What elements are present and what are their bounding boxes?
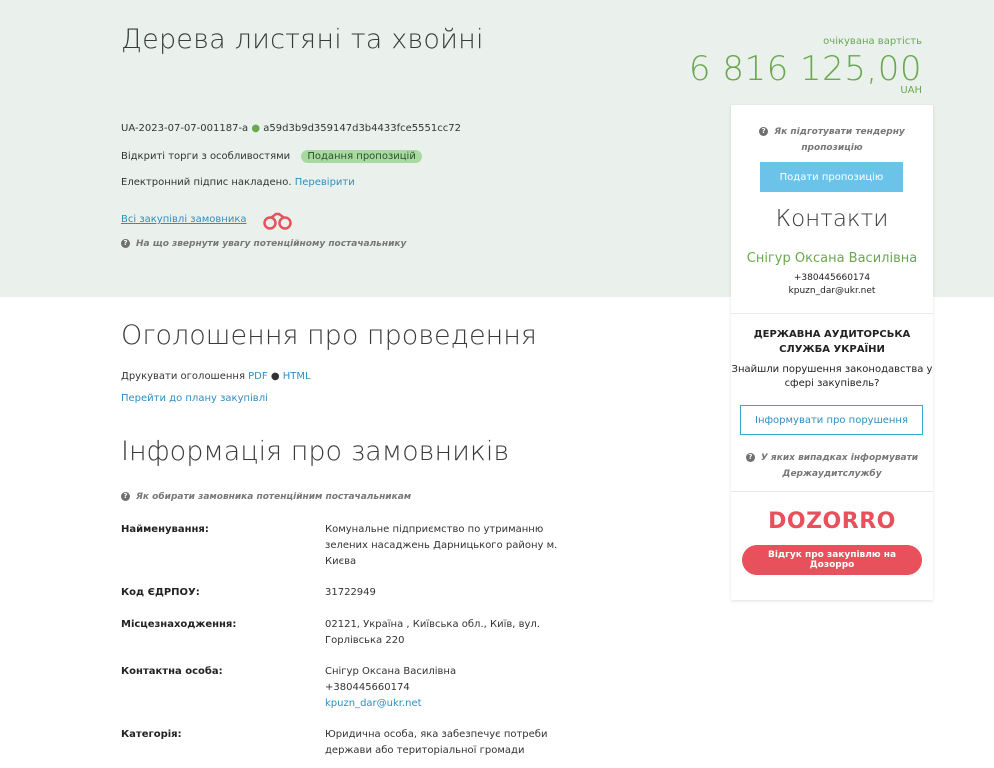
edrpou-value: 31722949	[325, 585, 565, 601]
category-line: Юридична особа, яка забезпечує потреби	[325, 729, 548, 740]
all-buyer-procurements-link[interactable]: Всі закупівлі замовника	[121, 214, 246, 225]
question-icon: ?	[121, 492, 130, 501]
tender-id: UA-2023-07-07-001187-a	[121, 123, 249, 134]
customer-name-label: Найменування:	[121, 524, 209, 535]
location-line: Горлівська 220	[325, 635, 405, 646]
dozorro-logo: DOZORRO	[768, 509, 896, 534]
edrpou-code: 31722949	[325, 587, 376, 598]
category-label: Категорія:	[121, 729, 182, 740]
contacts-title: Контакти	[775, 206, 889, 232]
audit-service-text: Знайшли порушення законодавства у сфері …	[731, 364, 933, 389]
procedure-type: Відкриті торги з особливостями	[121, 151, 291, 162]
audit-service-title: ДЕРЖАВНА АУДИТОРСЬКА СЛУЖБА УКРАЇНИ	[753, 329, 911, 355]
tender-id-line: UA-2023-07-07-001187-a ● a59d3b9d359147d…	[121, 123, 461, 134]
expected-value-label: очікувана вартість	[823, 36, 922, 47]
print-announcement-line: Друкувати оголошення PDF ● HTML	[121, 371, 311, 382]
question-icon: ?	[121, 239, 130, 248]
choose-customer-hint-text: Як обирати замовника потенційним постача…	[136, 492, 412, 502]
submit-proposal-button[interactable]: Подати пропозицію	[760, 162, 903, 192]
procurement-plan-link[interactable]: Перейти до плану закупівлі	[121, 393, 268, 404]
signature-text: Електронний підпис накладено.	[121, 177, 292, 188]
announcement-title: Оголошення про проведення	[121, 320, 537, 351]
signature-line: Електронний підпис накладено. Перевірити	[121, 177, 355, 188]
location-line: 02121, Україна , Київська обл., Київ, ву…	[325, 619, 540, 630]
customer-name-value: Комунальне підприємство по утриманню зел…	[325, 522, 565, 570]
supplier-attention-hint-text: На що звернути увагу потенційному постач…	[136, 239, 407, 249]
print-html-link[interactable]: HTML	[283, 371, 311, 382]
choose-customer-hint[interactable]: ? Як обирати замовника потенційним постач…	[121, 492, 411, 502]
contact-name: Снігур Оксана Василівна	[746, 251, 918, 266]
customer-name-line: Києва	[325, 556, 357, 567]
separator-dot: ●	[270, 371, 280, 382]
contact-email: kpuzn_dar@ukr.net	[788, 286, 876, 296]
report-violation-button[interactable]: Інформувати про порушення	[740, 405, 923, 435]
contact-person-email-link[interactable]: kpuzn_dar@ukr.net	[325, 696, 565, 712]
sidebar-card: ? Як підготувати тендерну пропозицію Пода…	[731, 105, 933, 600]
binoculars-icon[interactable]	[262, 212, 294, 230]
when-to-report-hint[interactable]: ? У яких випадках інформувати Держаудитсл…	[741, 450, 923, 482]
how-to-prepare-hint-text: Як підготувати тендерну пропозицію	[774, 127, 905, 153]
contact-person-value: Снігур Оксана Василівна +380445660174 kp…	[325, 664, 565, 712]
tender-hash: a59d3b9d359147d3b4433fce5551cc72	[263, 123, 461, 134]
procedure-line: Відкриті торги з особливостями Подання п…	[121, 150, 422, 163]
contact-phone: +380445660174	[793, 273, 871, 283]
customer-name-line: Комунальне підприємство по утриманню	[325, 524, 544, 535]
customer-name-line: зелених насаджень Дарницького району м.	[325, 540, 558, 551]
page-title: Дерева листяні та хвойні	[121, 24, 484, 55]
category-line: держави або територіальної громади	[325, 745, 525, 756]
contact-person-name: Снігур Оксана Василівна	[325, 666, 457, 677]
edrpou-label: Код ЄДРПОУ:	[121, 587, 200, 598]
expected-value-currency: UAH	[900, 85, 922, 96]
separator-dot: ●	[251, 123, 261, 134]
expected-value-amount: 6 816 125,00	[688, 49, 922, 89]
contact-person-label: Контактна особа:	[121, 666, 223, 677]
location-value: 02121, Україна , Київська обл., Київ, ву…	[325, 617, 565, 649]
question-icon: ?	[759, 127, 769, 136]
verify-signature-link[interactable]: Перевірити	[295, 177, 355, 188]
customers-title: Інформація про замовників	[121, 436, 510, 467]
dozorro-feedback-button[interactable]: Відгук про закупівлю на Дозорро	[742, 545, 922, 575]
print-announcement-label: Друкувати оголошення	[121, 371, 245, 382]
supplier-attention-hint[interactable]: ? На що звернути увагу потенційному поста…	[121, 239, 406, 249]
status-badge: Подання пропозицій	[301, 150, 422, 163]
when-to-report-hint-text: У яких випадках інформувати Держаудитслу…	[760, 453, 919, 479]
category-value: Юридична особа, яка забезпечує потреби д…	[325, 727, 565, 759]
location-label: Місцезнаходження:	[121, 619, 237, 630]
print-pdf-link[interactable]: PDF	[248, 371, 267, 382]
card-divider	[731, 491, 933, 492]
how-to-prepare-hint[interactable]: ? Як підготувати тендерну пропозицію	[741, 124, 923, 156]
question-icon: ?	[745, 453, 755, 462]
card-divider	[731, 313, 933, 314]
contact-person-phone: +380445660174	[325, 682, 410, 693]
